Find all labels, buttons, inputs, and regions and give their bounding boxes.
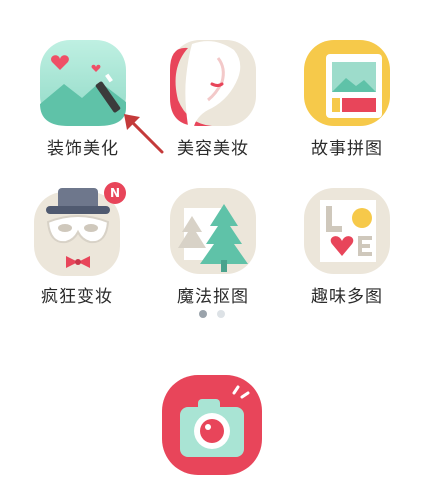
fun-multi-photo-icon [302, 186, 392, 276]
beauty-makeup-icon [168, 38, 258, 128]
decorate-icon [38, 38, 128, 128]
page-dot-active[interactable] [199, 310, 207, 318]
tile-label: 疯狂变妆 [41, 287, 113, 307]
story-collage-icon [302, 38, 392, 128]
tile-label: 魔法抠图 [177, 287, 249, 307]
annotation-arrow [118, 108, 168, 158]
tile-label: 美容美妆 [177, 139, 249, 159]
tile-label: 故事拼图 [311, 139, 383, 159]
tile-label: 趣味多图 [311, 287, 383, 307]
new-badge: N [104, 182, 126, 204]
magic-cutout-icon [168, 186, 258, 276]
page-dot[interactable] [217, 310, 225, 318]
camera-button[interactable] [162, 375, 262, 475]
camera-icon [162, 375, 262, 475]
